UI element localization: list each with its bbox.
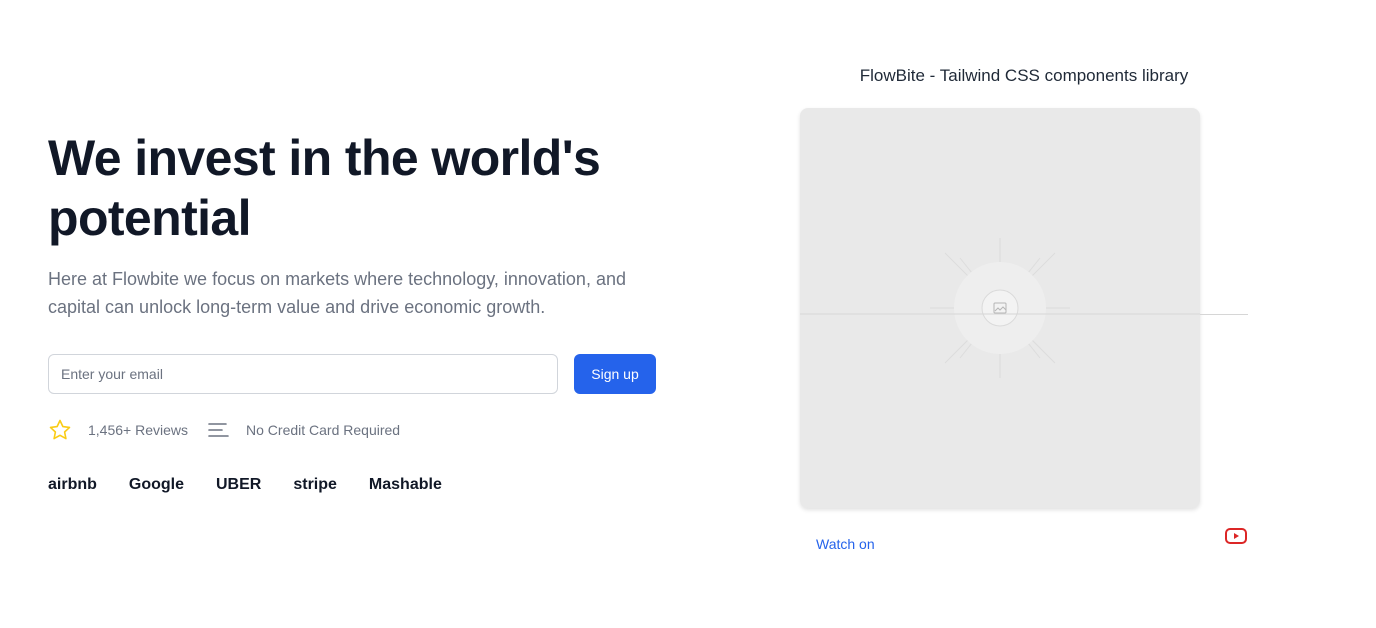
youtube-icon[interactable] <box>1224 526 1248 546</box>
social-proof-row: 1,456+ Reviews No Credit Card Required <box>48 418 400 442</box>
email-input[interactable] <box>48 354 558 394</box>
video-placeholder-graphic <box>800 238 1200 378</box>
logo-google: Google <box>128 476 184 493</box>
logo-uber: UBER <box>216 476 262 493</box>
video-divider-line <box>1200 314 1248 315</box>
signup-button[interactable]: Sign up <box>574 354 656 394</box>
logo-mashable: Mashable <box>368 476 442 493</box>
list-icon <box>206 418 230 442</box>
hero-description: Here at Flowbite we focus on markets whe… <box>48 269 626 317</box>
video-player[interactable] <box>800 108 1200 508</box>
watch-on-link[interactable]: Watch on <box>816 536 875 552</box>
no-credit-card-text: No Credit Card Required <box>246 422 401 438</box>
email-signup-form: Sign up <box>48 354 658 394</box>
video-title[interactable]: FlowBite - Tailwind CSS components libra… <box>800 66 1248 86</box>
star-icon <box>48 418 72 442</box>
logo-stripe: stripe <box>293 476 337 493</box>
hero-title: We invest in the world's potential <box>48 130 601 246</box>
reviews-count: 1,456+ Reviews <box>88 422 189 438</box>
logo-airbnb: airbnb <box>48 476 97 493</box>
partner-logos: airbnb Google UBER stripe Mashable <box>48 476 474 494</box>
